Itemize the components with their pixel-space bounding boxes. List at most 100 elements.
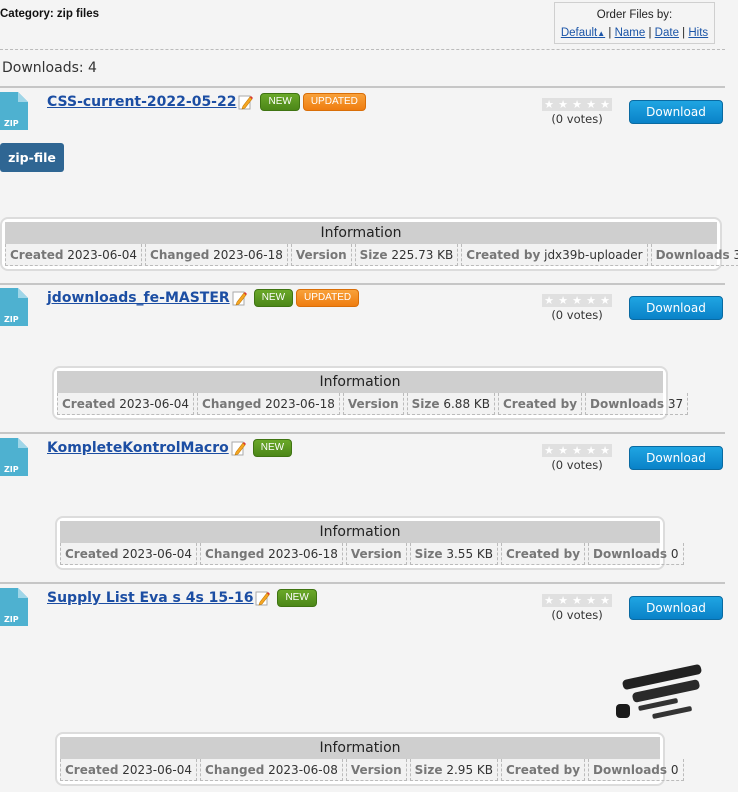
info-created: Created 2023-06-04 (57, 393, 195, 415)
info-size: Size 225.73 KB (354, 244, 459, 266)
category-header: Category: zip files Order Files by: Defa… (0, 0, 725, 48)
category-title: Category: zip files (0, 8, 100, 20)
info-created: Created 2023-06-04 (60, 543, 198, 565)
rating-stars[interactable]: ★ ★ ★ ★ ★ (542, 294, 612, 307)
info-created-by: Created by (498, 393, 583, 415)
info-changed: Changed 2023-06-18 (145, 244, 288, 266)
order-divider: | (608, 27, 612, 39)
rating-star[interactable]: ★ (584, 98, 598, 111)
divider (0, 86, 725, 88)
badge-new: NEW (252, 439, 293, 457)
file-title-link[interactable]: Supply List Eva s 4s 15-16 (47, 590, 253, 606)
badge-new: NEW (253, 289, 294, 307)
info-created-by: Created by (501, 759, 586, 781)
rating-star[interactable]: ★ (556, 294, 570, 307)
info-row: Created 2023-06-04 Changed 2023-06-18 Ve… (57, 393, 689, 415)
badge-updated: UPDATED (296, 289, 360, 307)
zip-file-icon (0, 438, 28, 476)
rating-star[interactable]: ★ (570, 444, 584, 457)
rating-star[interactable]: ★ (570, 594, 584, 607)
zip-file-icon (0, 288, 28, 326)
rating-stars[interactable]: ★ ★ ★ ★ ★ (542, 444, 612, 457)
rating-widget: ★ ★ ★ ★ ★ (0 votes) (542, 294, 612, 322)
info-panel: Information Created 2023-06-04 Changed 2… (55, 732, 684, 786)
edit-icon[interactable] (255, 590, 271, 606)
votes-count: (0 votes) (551, 308, 603, 322)
info-version: Version (345, 759, 407, 781)
header-divider (0, 49, 725, 50)
info-created-by: Created by (501, 543, 586, 565)
file-title-row: CSS-current-2022-05-22 NEW UPDATED (47, 93, 369, 111)
votes-count: (0 votes) (551, 608, 603, 622)
info-heading: Information (5, 222, 717, 244)
info-panel: Information Created 2023-06-04 Changed 2… (55, 516, 684, 570)
info-created: Created 2023-06-04 (5, 244, 143, 266)
rating-stars[interactable]: ★ ★ ★ ★ ★ (542, 594, 612, 607)
order-divider: | (682, 27, 686, 39)
info-downloads: Downloads 0 (588, 543, 684, 565)
tag-button[interactable]: zip-file (0, 143, 64, 172)
votes-count: (0 votes) (551, 458, 603, 472)
info-panel: Information Created 2023-06-04 Changed 2… (52, 366, 689, 420)
edit-icon[interactable] (232, 290, 248, 306)
order-hits-link[interactable]: Hits (688, 27, 708, 39)
order-name-link[interactable]: Name (615, 27, 646, 39)
badge-updated: UPDATED (302, 93, 366, 111)
rating-star[interactable]: ★ (542, 98, 556, 111)
badge-new: NEW (260, 93, 300, 111)
rating-star[interactable]: ★ (542, 594, 556, 607)
rating-star[interactable]: ★ (570, 294, 584, 307)
info-version: Version (342, 393, 404, 415)
info-panel: Information Created 2023-06-04 Changed 2… (0, 217, 738, 271)
downloads-count: Downloads: 4 (2, 60, 97, 76)
download-button[interactable]: Download (629, 296, 723, 320)
rating-star[interactable]: ★ (570, 98, 584, 111)
rating-star[interactable]: ★ (598, 294, 612, 307)
info-heading: Information (60, 737, 660, 759)
rating-star[interactable]: ★ (542, 294, 556, 307)
product-image[interactable] (612, 662, 708, 724)
file-title-link[interactable]: CSS-current-2022-05-22 (47, 94, 236, 110)
divider (0, 432, 725, 434)
rating-star[interactable]: ★ (584, 444, 598, 457)
order-divider: | (648, 27, 652, 39)
order-default-link[interactable]: Default▲ (561, 27, 605, 39)
rating-widget: ★ ★ ★ ★ ★ (0 votes) (542, 444, 612, 472)
rating-star[interactable]: ★ (556, 594, 570, 607)
file-title-row: KompleteKontrolMacro NEW (47, 439, 295, 457)
info-row: Created 2023-06-04 Changed 2023-06-08 Ve… (60, 759, 684, 781)
edit-icon[interactable] (238, 94, 254, 110)
info-downloads: Downloads 37 (585, 393, 689, 415)
file-title-row: jdownloads_fe-MASTER NEW UPDATED (47, 289, 362, 307)
order-label: Order Files by: (596, 9, 673, 21)
rating-star[interactable]: ★ (556, 444, 570, 457)
file-title-link[interactable]: KompleteKontrolMacro (47, 440, 229, 456)
edit-icon[interactable] (231, 440, 247, 456)
info-created: Created 2023-06-04 (60, 759, 198, 781)
order-date-link[interactable]: Date (655, 27, 679, 39)
info-row: Created 2023-06-04 Changed 2023-06-18 Ve… (5, 244, 738, 266)
download-button[interactable]: Download (629, 596, 723, 620)
rating-star[interactable]: ★ (556, 98, 570, 111)
rating-star[interactable]: ★ (598, 594, 612, 607)
rating-star[interactable]: ★ (598, 98, 612, 111)
file-title-row: Supply List Eva s 4s 15-16 NEW (47, 589, 320, 607)
rating-star[interactable]: ★ (542, 444, 556, 457)
info-created-by: Created by jdx39b-uploader (461, 244, 648, 266)
rating-widget: ★ ★ ★ ★ ★ (0 votes) (542, 594, 612, 622)
info-downloads: Downloads 37 (650, 244, 738, 266)
rating-star[interactable]: ★ (584, 594, 598, 607)
order-links: Default▲ | Name | Date | Hits (555, 27, 714, 39)
info-downloads: Downloads 0 (588, 759, 684, 781)
rating-stars[interactable]: ★ ★ ★ ★ ★ (542, 98, 612, 111)
rating-widget: ★ ★ ★ ★ ★ (0 votes) (542, 98, 612, 126)
rating-star[interactable]: ★ (598, 444, 612, 457)
file-title-link[interactable]: jdownloads_fe-MASTER (47, 290, 230, 306)
info-heading: Information (57, 371, 663, 393)
info-size: Size 3.55 KB (409, 543, 498, 565)
rating-star[interactable]: ★ (584, 294, 598, 307)
order-files-box: Order Files by: Default▲ | Name | Date |… (554, 2, 715, 44)
download-button[interactable]: Download (629, 446, 723, 470)
download-button[interactable]: Download (629, 100, 723, 124)
divider (0, 283, 725, 285)
